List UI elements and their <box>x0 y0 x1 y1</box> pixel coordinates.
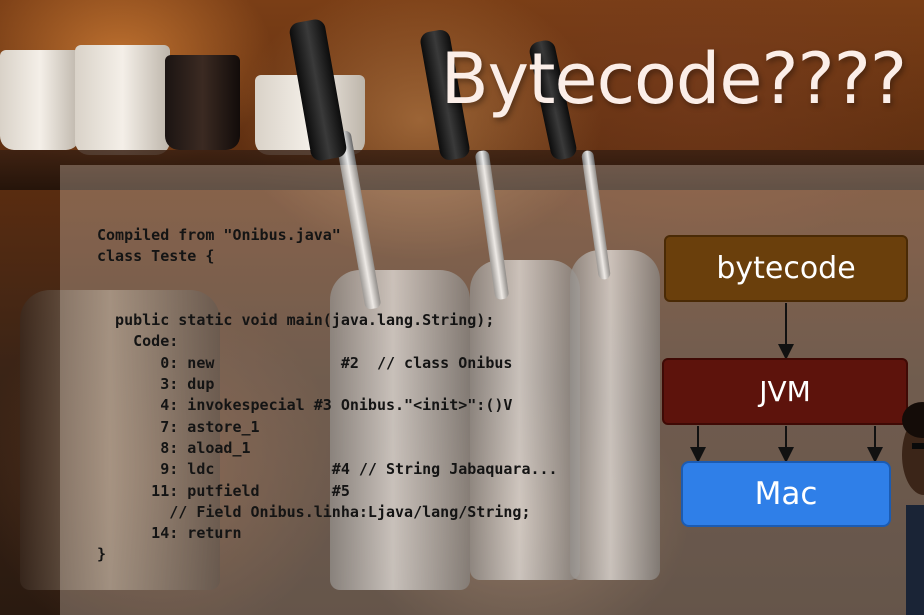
bytecode-box: bytecode <box>664 235 908 302</box>
mac-box: Mac <box>681 461 891 527</box>
presentation-slide: Bytecode???? Compiled from "Onibus.java"… <box>0 0 924 615</box>
jvm-box: JVM <box>662 358 908 425</box>
presenter-video-overlay <box>896 395 924 615</box>
presenter-silhouette <box>902 402 924 615</box>
